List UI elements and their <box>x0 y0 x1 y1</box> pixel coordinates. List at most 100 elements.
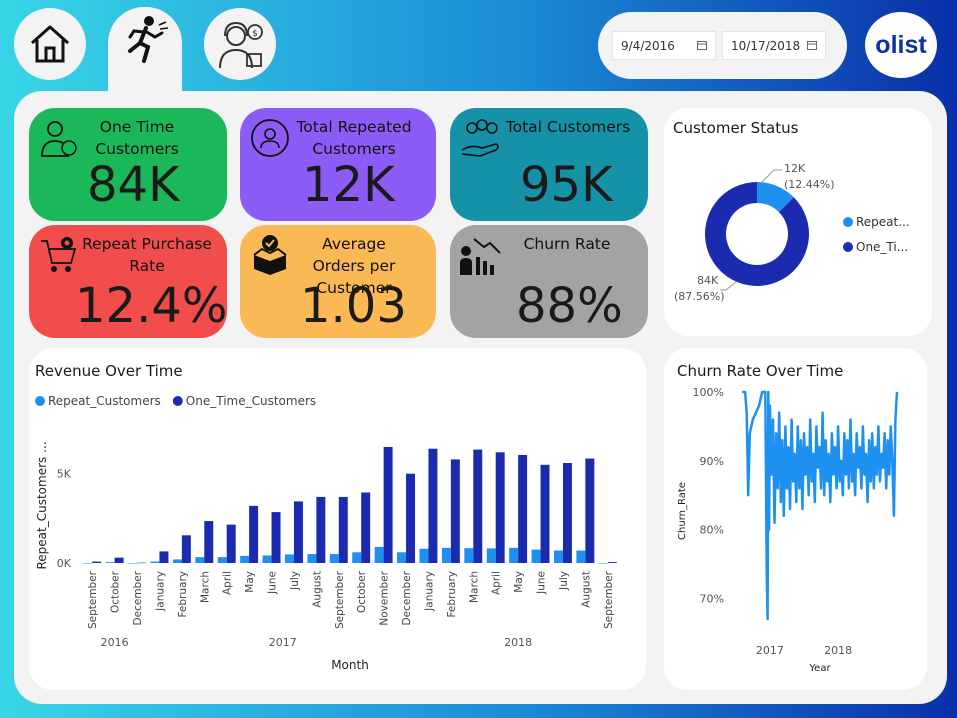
x-tick-label: June <box>267 571 279 595</box>
y-axis-label: Repeat_Customers ... <box>35 441 49 569</box>
kpi-one-time-customers: One Time Customers 84K <box>29 108 227 221</box>
year-label: 2017 <box>269 636 297 649</box>
x-tick-label: August <box>580 571 592 608</box>
bar <box>383 446 393 563</box>
nav-churn-tab[interactable] <box>108 7 182 99</box>
bar <box>226 524 236 563</box>
kpi-title: One Time Customers <box>95 118 179 158</box>
legend-marker <box>35 396 45 406</box>
revenue-over-time-card: Revenue Over Time Repeat_Customers One_Ti… <box>29 348 646 690</box>
bar <box>114 557 124 563</box>
kpi-average-orders: Average Orders per Customer 1.03 <box>240 225 436 338</box>
bar <box>338 496 348 563</box>
x-tick-label: July <box>289 571 301 591</box>
x-tick-label: September <box>334 570 346 629</box>
bar <box>598 563 608 564</box>
kpi-value: 1.03 <box>300 278 407 334</box>
cart-gear-icon <box>41 237 77 272</box>
bar <box>159 551 169 563</box>
bar <box>450 459 460 563</box>
start-date-input[interactable]: 9/4/2016 <box>612 31 716 60</box>
bar <box>352 552 362 563</box>
bar <box>473 449 483 563</box>
x-tick-label: March <box>468 571 480 603</box>
donut-slice <box>705 182 809 286</box>
data-label: (87.56%) <box>674 290 725 303</box>
churn-series-line <box>742 390 899 621</box>
bar <box>105 562 115 563</box>
y-tick-label: 80% <box>700 524 724 537</box>
bar <box>486 548 496 563</box>
start-date-value: 9/4/2016 <box>621 38 675 53</box>
bar <box>204 521 214 563</box>
bar <box>249 505 259 563</box>
x-tick-label: 2018 <box>824 644 852 657</box>
bar <box>540 464 550 563</box>
data-label: 12K <box>784 162 806 175</box>
x-tick-label: January <box>154 571 166 612</box>
svg-text:$: $ <box>252 29 258 39</box>
y-axis-label: Churn_Rate <box>677 482 688 540</box>
agent-icon: $ <box>219 21 263 69</box>
y-tick-label: 0K <box>57 557 72 570</box>
churn-rate-over-time-card: Churn Rate Over Time 100% 90% 80% 70% Churn_… <box>664 348 927 690</box>
bar <box>576 550 586 563</box>
legend-label: One_Time_Customers <box>186 394 316 408</box>
legend-marker <box>843 217 853 227</box>
bar <box>271 512 281 563</box>
date-range-filter: 9/4/2016 10/17/2018 <box>598 12 847 79</box>
legend-label: One_Ti... <box>856 240 908 254</box>
bar <box>562 463 572 563</box>
customer-icon <box>41 121 77 157</box>
bar <box>553 550 563 563</box>
bar <box>195 557 205 563</box>
bar <box>329 554 339 563</box>
bar <box>262 555 272 563</box>
x-tick-label: February <box>177 571 189 618</box>
bar <box>419 548 429 563</box>
x-axis-label: Month <box>331 658 369 672</box>
kpi-value: 88% <box>516 278 623 334</box>
kpi-value: 12K <box>302 157 395 213</box>
calendar-icon <box>697 41 707 50</box>
customer-status-card: Customer Status 12K (12.44%) 84K (87.56%) Re… <box>664 108 932 336</box>
bar <box>293 501 303 563</box>
kpi-title: Total Customers <box>505 118 631 136</box>
x-tick-label: February <box>446 571 458 618</box>
bar <box>441 547 451 563</box>
decline-chart-icon <box>460 238 501 275</box>
bar <box>361 492 371 563</box>
kpi-value: 12.4% <box>75 278 228 334</box>
legend-marker <box>843 242 853 252</box>
x-tick-label: July <box>558 571 570 591</box>
bar <box>181 535 191 563</box>
x-tick-label: December <box>401 570 413 625</box>
x-tick-label: June <box>536 571 548 595</box>
nav-home-button[interactable] <box>14 8 86 80</box>
x-tick-label: October <box>356 570 368 613</box>
kpi-title: Churn Rate <box>523 235 611 253</box>
end-date-input[interactable]: 10/17/2018 <box>722 31 826 60</box>
x-tick-label: April <box>222 571 234 595</box>
bar <box>397 552 407 563</box>
bar <box>531 549 541 563</box>
kpi-value: 84K <box>87 157 180 213</box>
data-label: (12.44%) <box>784 178 835 191</box>
x-axis-label: Year <box>808 663 831 674</box>
bar <box>518 454 528 563</box>
bar <box>307 554 317 563</box>
bar <box>428 448 438 563</box>
bar <box>284 554 294 563</box>
x-tick-label: March <box>199 571 211 603</box>
bar <box>92 561 102 563</box>
olist-logo: olist <box>865 12 937 78</box>
bar <box>217 557 227 563</box>
data-label: 84K <box>697 274 719 287</box>
bar <box>150 561 160 563</box>
kpi-value: 95K <box>520 157 613 213</box>
nav-customer-service-button[interactable]: $ <box>204 8 276 80</box>
y-tick-label: 5K <box>57 468 72 481</box>
x-tick-label: September <box>603 570 615 629</box>
bar <box>83 563 93 564</box>
kpi-title: Repeat Purchase Rate <box>82 235 212 275</box>
